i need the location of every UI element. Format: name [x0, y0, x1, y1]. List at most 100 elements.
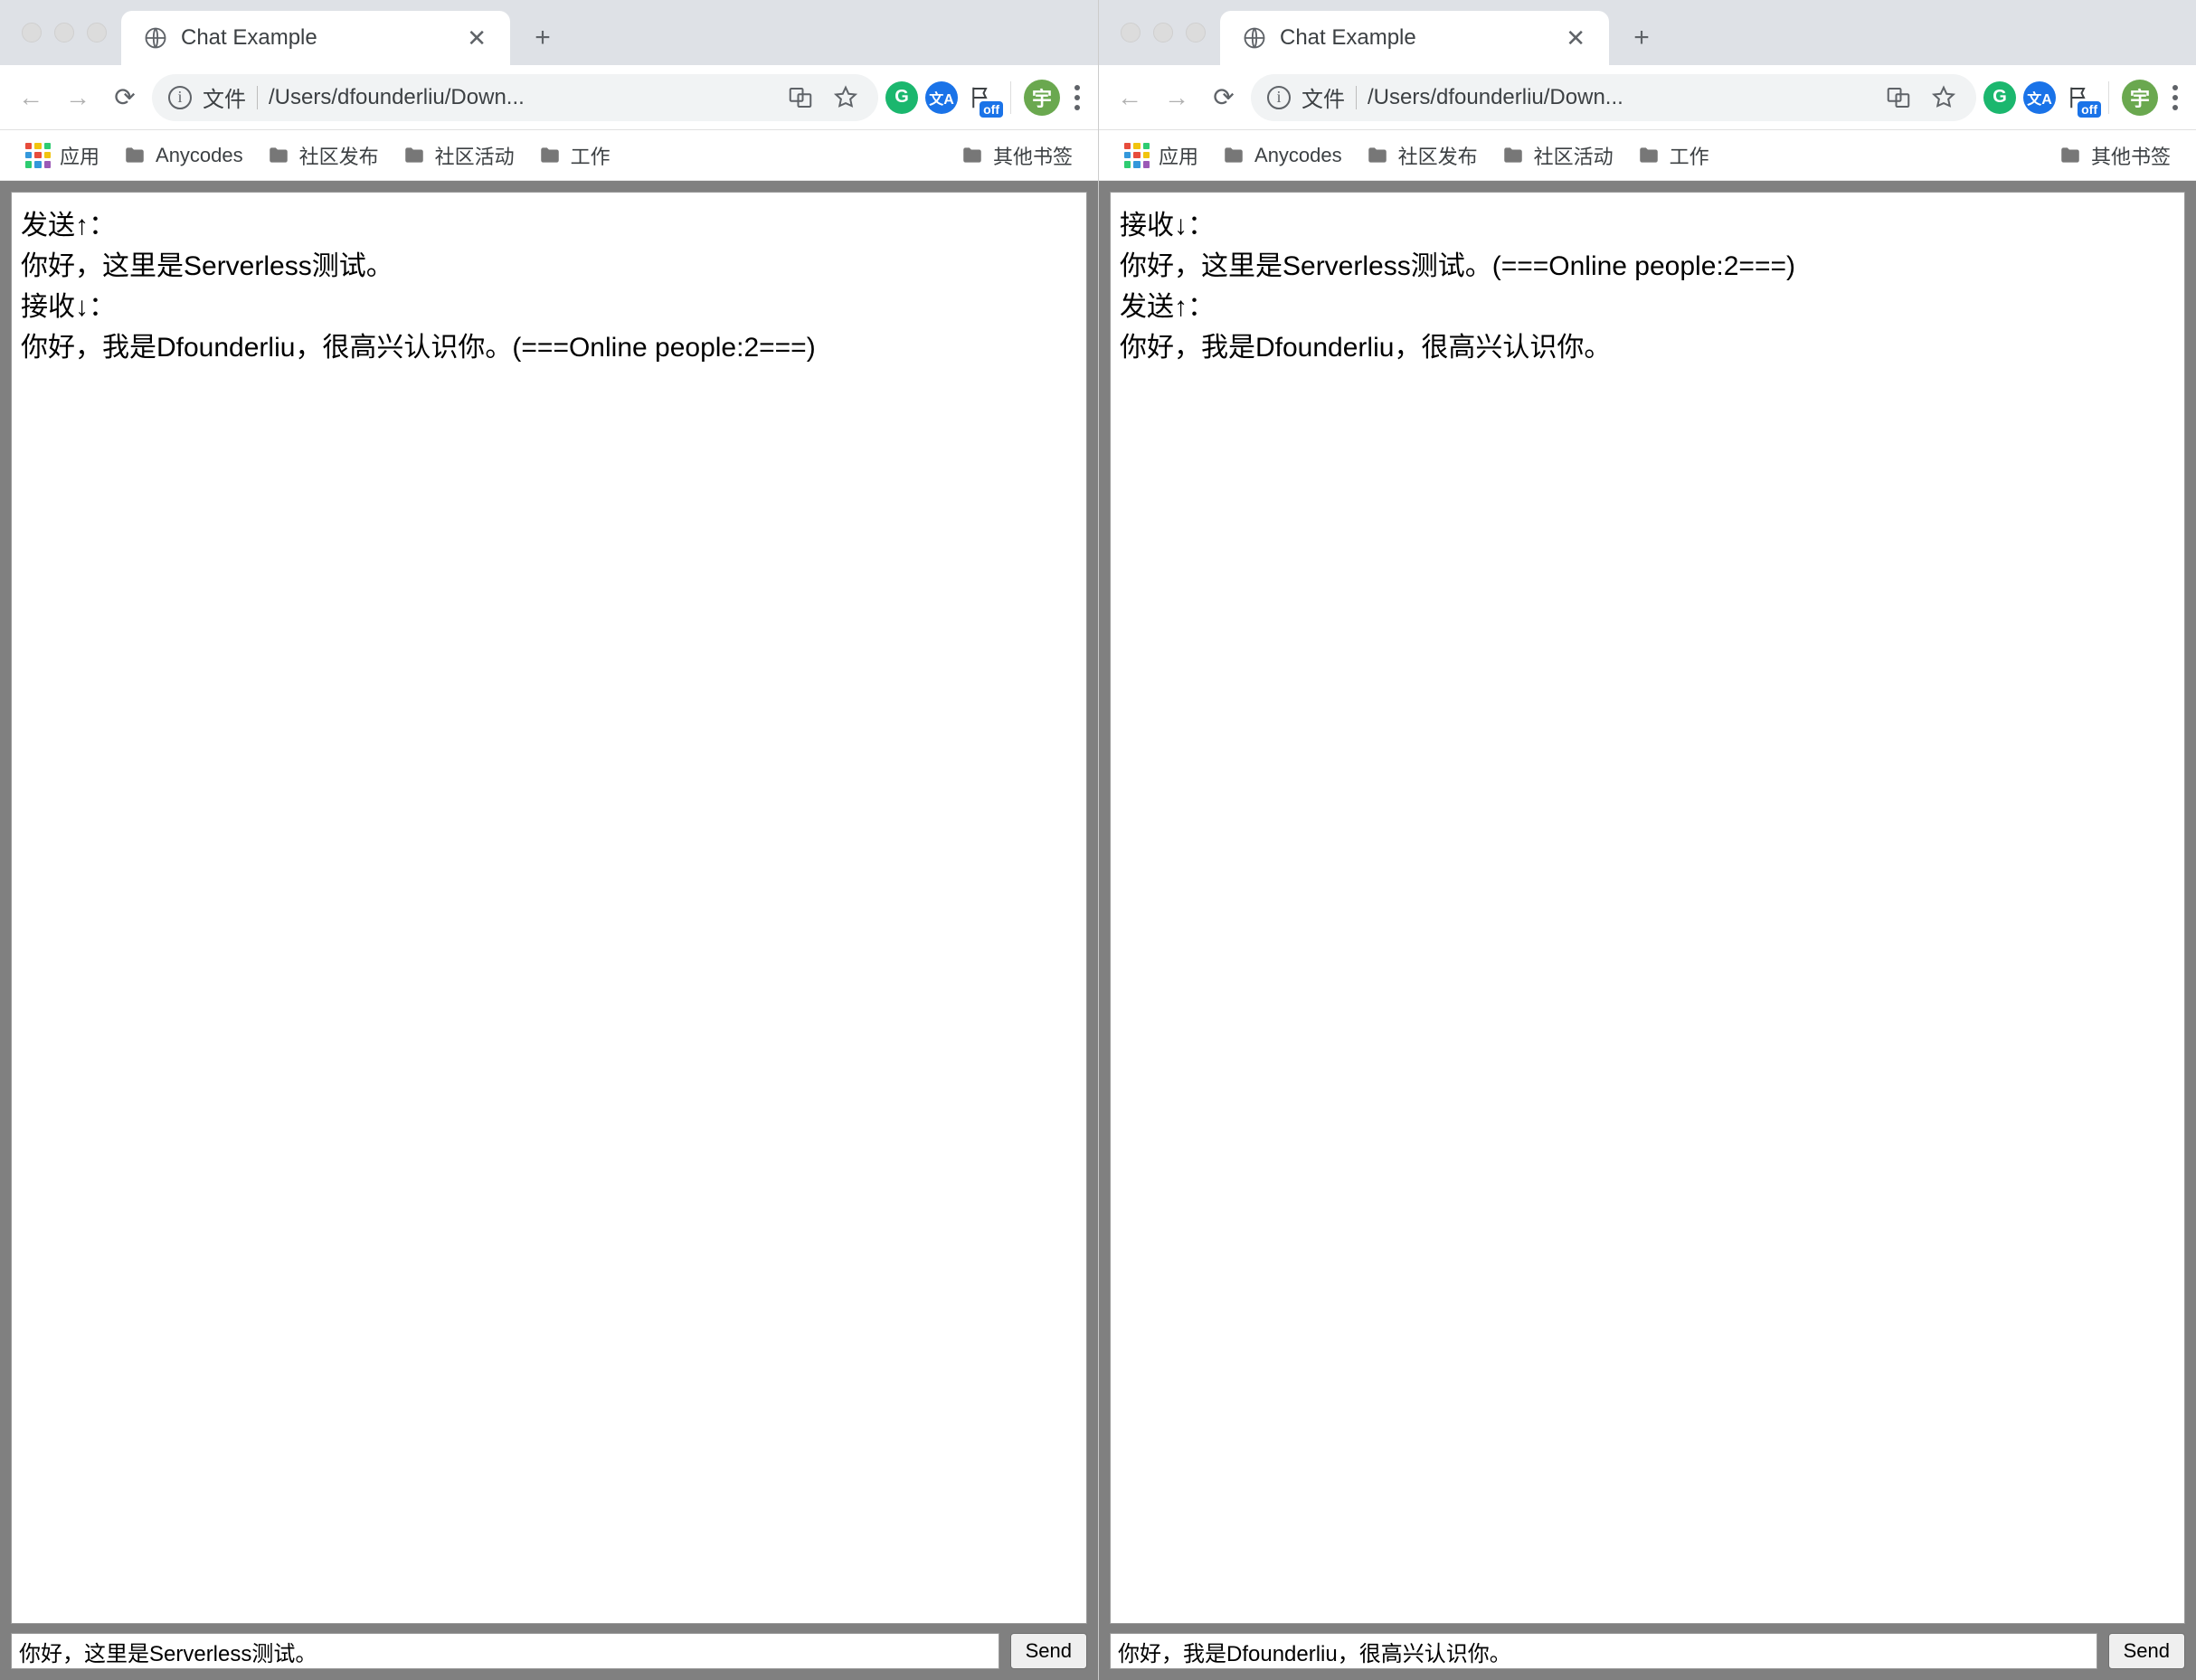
bookmarks-bar: 应用 Anycodes 社区发布 社区活动 工作 其他书签	[1099, 130, 2196, 181]
send-button[interactable]: Send	[2108, 1633, 2185, 1669]
page-content: 接收↓： 你好，这里是Serverless测试。(===Online peopl…	[1099, 181, 2196, 1680]
browser-menu-button[interactable]	[2165, 78, 2185, 118]
extension-gtranslate-icon[interactable]: 文A	[2023, 81, 2056, 114]
window-minimize-button[interactable]	[54, 23, 74, 42]
input-row: Send	[11, 1633, 1087, 1669]
folder-icon	[1366, 144, 1389, 167]
bookmark-label: Anycodes	[156, 144, 243, 167]
omnibox-path: /Users/dfounderliu/Down...	[1368, 85, 1871, 110]
chat-line: 接收↓：	[1120, 205, 2173, 246]
bookmark-folder-community-activity[interactable]: 社区活动	[1492, 137, 1623, 174]
apps-shortcut[interactable]: 应用	[1115, 137, 1207, 174]
bookmark-folder-community-activity[interactable]: 社区活动	[393, 137, 524, 174]
site-info-icon[interactable]: i	[1267, 86, 1291, 109]
omnibox-divider	[1356, 86, 1357, 109]
browser-toolbar: ← → ⟳ i 文件 /Users/dfounderliu/Down... G …	[0, 65, 1098, 130]
bookmark-folder-anycodes[interactable]: Anycodes	[1213, 140, 1351, 171]
omnibox-filetag: 文件	[203, 81, 246, 113]
other-bookmarks-folder[interactable]: 其他书签	[951, 137, 1082, 174]
send-button[interactable]: Send	[1010, 1633, 1087, 1669]
other-bookmarks-label: 其他书签	[993, 141, 1073, 170]
toolbar-divider	[1010, 81, 1011, 114]
chat-line: 你好，这里是Serverless测试。	[21, 246, 1075, 287]
chat-display: 发送↑： 你好，这里是Serverless测试。 接收↓： 你好，我是Dfoun…	[11, 192, 1087, 1624]
bookmark-label: 工作	[571, 141, 611, 170]
nav-forward-button[interactable]: →	[1157, 78, 1197, 118]
other-bookmarks-label: 其他书签	[2091, 141, 2171, 170]
extension-flag-icon[interactable]: off	[965, 81, 998, 114]
browser-window-right: Chat Example ✕ + ← → ⟳ i 文件 /Users/dfoun…	[1098, 0, 2196, 1680]
chat-line: 你好，我是Dfounderliu，很高兴认识你。(===Online peopl…	[21, 327, 1075, 368]
message-input[interactable]	[11, 1633, 999, 1669]
browser-tab[interactable]: Chat Example ✕	[1220, 11, 1609, 65]
folder-icon	[538, 144, 562, 167]
toolbar-divider	[2108, 81, 2109, 114]
window-controls	[11, 23, 121, 42]
bookmark-label: 社区活动	[1534, 141, 1614, 170]
nav-reload-button[interactable]: ⟳	[105, 78, 145, 118]
tab-close-button[interactable]: ✕	[461, 24, 492, 52]
window-minimize-button[interactable]	[1153, 23, 1173, 42]
profile-avatar[interactable]: 宇	[2122, 80, 2158, 116]
tab-strip: Chat Example ✕ +	[0, 0, 1098, 65]
bookmark-star-icon[interactable]	[1927, 81, 1960, 114]
bookmark-folder-community-publish[interactable]: 社区发布	[258, 137, 388, 174]
bookmark-folder-community-publish[interactable]: 社区发布	[1357, 137, 1487, 174]
address-bar[interactable]: i 文件 /Users/dfounderliu/Down...	[152, 74, 878, 121]
chat-line: 你好，我是Dfounderliu，很高兴认识你。	[1120, 327, 2173, 368]
window-close-button[interactable]	[22, 23, 42, 42]
tab-close-button[interactable]: ✕	[1560, 24, 1591, 52]
browser-window-left: Chat Example ✕ + ← → ⟳ i 文件 /Users/dfoun…	[0, 0, 1098, 1680]
bookmark-label: 工作	[1670, 141, 1709, 170]
new-tab-button[interactable]: +	[1622, 18, 1661, 58]
folder-icon	[1637, 144, 1661, 167]
extension-badge: off	[2078, 101, 2101, 118]
window-controls	[1110, 23, 1220, 42]
window-maximize-button[interactable]	[87, 23, 107, 42]
tab-title: Chat Example	[181, 25, 449, 51]
extension-gtranslate-icon[interactable]: 文A	[925, 81, 958, 114]
browser-tab[interactable]: Chat Example ✕	[121, 11, 510, 65]
browser-toolbar: ← → ⟳ i 文件 /Users/dfounderliu/Down... G …	[1099, 65, 2196, 130]
avatar-letter: 宇	[1032, 83, 1052, 112]
address-bar[interactable]: i 文件 /Users/dfounderliu/Down...	[1251, 74, 1976, 121]
extension-grammarly-icon[interactable]: G	[1983, 81, 2016, 114]
new-tab-button[interactable]: +	[523, 18, 563, 58]
tab-strip: Chat Example ✕ +	[1099, 0, 2196, 65]
apps-grid-icon	[25, 143, 51, 168]
folder-icon	[1222, 144, 1245, 167]
apps-label: 应用	[1159, 141, 1198, 170]
apps-shortcut[interactable]: 应用	[16, 137, 109, 174]
folder-icon	[961, 144, 984, 167]
browser-menu-button[interactable]	[1067, 78, 1087, 118]
input-row: Send	[1110, 1633, 2185, 1669]
globe-icon	[143, 25, 168, 51]
translate-icon[interactable]	[784, 81, 817, 114]
bookmark-folder-work[interactable]: 工作	[529, 137, 620, 174]
nav-reload-button[interactable]: ⟳	[1204, 78, 1244, 118]
nav-forward-button[interactable]: →	[58, 78, 98, 118]
folder-icon	[123, 144, 147, 167]
translate-icon[interactable]	[1882, 81, 1915, 114]
other-bookmarks-folder[interactable]: 其他书签	[2049, 137, 2180, 174]
extension-flag-icon[interactable]: off	[2063, 81, 2096, 114]
message-input[interactable]	[1110, 1633, 2097, 1669]
nav-back-button[interactable]: ←	[1110, 78, 1150, 118]
bookmark-label: 社区活动	[435, 141, 515, 170]
folder-icon	[2059, 144, 2082, 167]
bookmarks-bar: 应用 Anycodes 社区发布 社区活动 工作 其他书签	[0, 130, 1098, 181]
apps-grid-icon	[1124, 143, 1150, 168]
site-info-icon[interactable]: i	[168, 86, 192, 109]
bookmark-folder-anycodes[interactable]: Anycodes	[114, 140, 252, 171]
omnibox-divider	[257, 86, 258, 109]
profile-avatar[interactable]: 宇	[1024, 80, 1060, 116]
tab-title: Chat Example	[1280, 25, 1548, 51]
nav-back-button[interactable]: ←	[11, 78, 51, 118]
window-close-button[interactable]	[1121, 23, 1141, 42]
extension-grammarly-icon[interactable]: G	[885, 81, 918, 114]
window-maximize-button[interactable]	[1186, 23, 1206, 42]
bookmark-folder-work[interactable]: 工作	[1628, 137, 1718, 174]
bookmark-star-icon[interactable]	[829, 81, 862, 114]
chat-line: 发送↑：	[1120, 287, 2173, 327]
folder-icon	[402, 144, 426, 167]
